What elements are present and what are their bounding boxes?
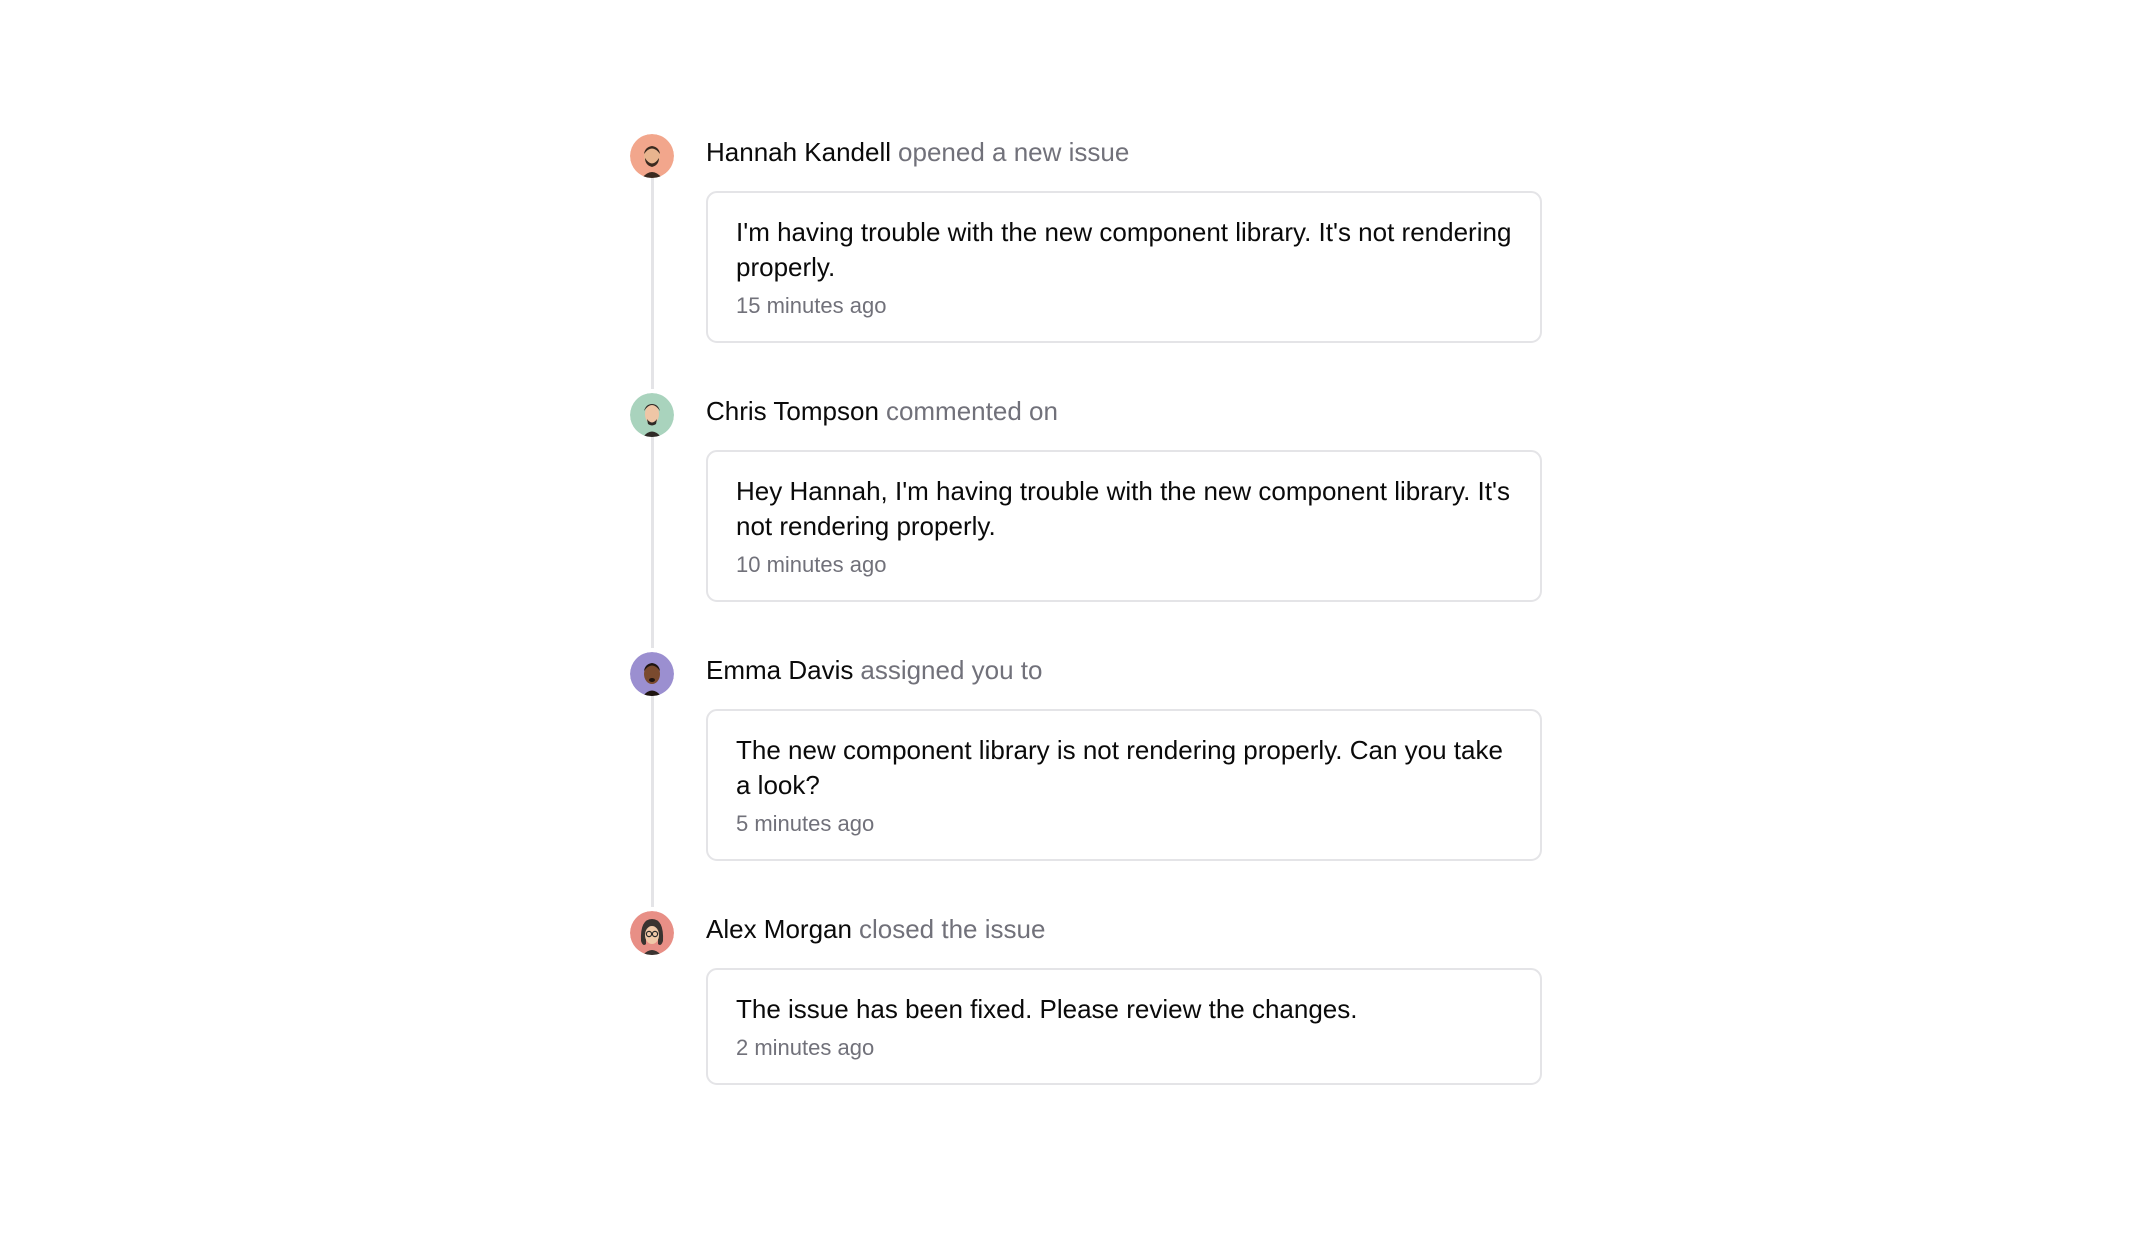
- user-avatar-icon: [630, 134, 674, 178]
- event-timestamp: 2 minutes ago: [736, 1035, 875, 1060]
- avatar[interactable]: [630, 393, 674, 437]
- actor-name[interactable]: Emma Davis: [706, 657, 853, 683]
- timeline-event: Alex Morgan closed the issue The issue h…: [630, 907, 1542, 1085]
- event-header: Hannah Kandell opened a new issue: [706, 130, 1540, 174]
- actor-name[interactable]: Alex Morgan: [706, 916, 852, 942]
- event-message: The issue has been fixed. Please review …: [736, 994, 1358, 1024]
- user-avatar-icon: [630, 652, 674, 696]
- event-action: assigned you to: [860, 655, 1043, 685]
- timeline-event: Emma Davis assigned you to The new compo…: [630, 648, 1542, 907]
- event-action: closed the issue: [858, 914, 1046, 944]
- user-avatar-icon: [630, 911, 674, 955]
- event-header: Emma Davis assigned you to: [706, 648, 1540, 692]
- event-header: Alex Morgan closed the issue: [706, 907, 1540, 951]
- avatar[interactable]: [630, 652, 674, 696]
- event-message: Hey Hannah, I'm having trouble with the …: [736, 476, 1510, 541]
- event-header: Chris Tompson commented on: [706, 389, 1540, 433]
- timeline-connector: [651, 433, 654, 648]
- actor-name[interactable]: Hannah Kandell: [706, 139, 891, 165]
- event-card: The new component library is not renderi…: [706, 709, 1542, 861]
- timeline-connector: [651, 692, 654, 907]
- event-timestamp: 10 minutes ago: [736, 552, 887, 577]
- timeline-event: Hannah Kandell opened a new issue I'm ha…: [630, 130, 1542, 389]
- event-card: Hey Hannah, I'm having trouble with the …: [706, 450, 1542, 602]
- timeline-connector: [651, 174, 654, 389]
- user-avatar-icon: [630, 393, 674, 437]
- event-card: I'm having trouble with the new componen…: [706, 191, 1542, 343]
- avatar[interactable]: [630, 134, 674, 178]
- event-timestamp: 15 minutes ago: [736, 293, 887, 318]
- event-message: I'm having trouble with the new componen…: [736, 217, 1512, 282]
- event-message: The new component library is not renderi…: [736, 735, 1503, 800]
- event-action: commented on: [885, 396, 1058, 426]
- actor-name[interactable]: Chris Tompson: [706, 398, 879, 424]
- event-action: opened a new issue: [898, 137, 1130, 167]
- timeline-event: Chris Tompson commented on Hey Hannah, I…: [630, 389, 1542, 648]
- avatar[interactable]: [630, 911, 674, 955]
- event-card: The issue has been fixed. Please review …: [706, 968, 1542, 1085]
- event-timestamp: 5 minutes ago: [736, 811, 875, 836]
- activity-timeline: Hannah Kandell opened a new issue I'm ha…: [630, 130, 1542, 1085]
